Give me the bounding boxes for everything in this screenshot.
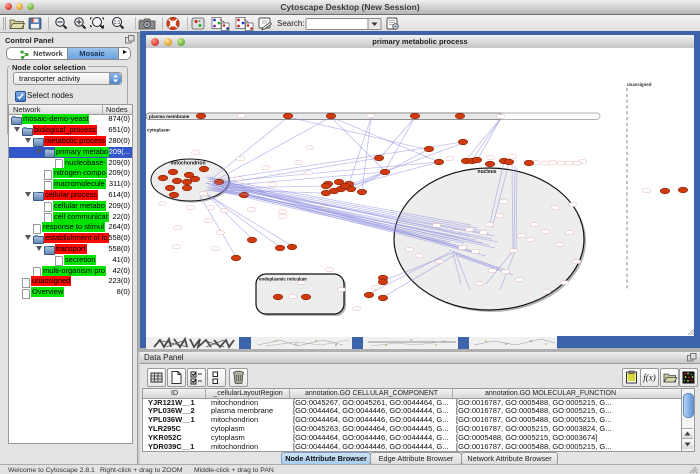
svg-text:cytoplasm: cytoplasm bbox=[147, 128, 170, 133]
svg-text:1:1: 1:1 bbox=[114, 20, 121, 26]
svg-text:f(x): f(x) bbox=[643, 373, 656, 383]
svg-text:plasma membrane: plasma membrane bbox=[149, 114, 190, 119]
svg-text:Search:: Search: bbox=[277, 19, 305, 28]
svg-text:nucleus: nucleus bbox=[478, 169, 497, 175]
svg-text:mitochondrion: mitochondrion bbox=[171, 161, 206, 167]
svg-text:unassigned: unassigned bbox=[627, 82, 652, 87]
